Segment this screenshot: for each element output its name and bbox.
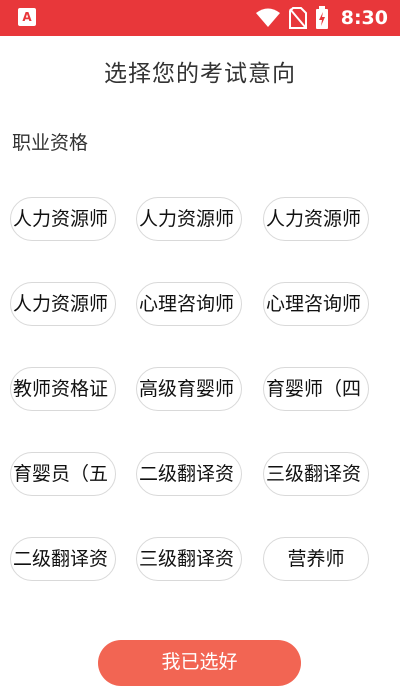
page-title: 选择您的考试意向 bbox=[104, 61, 296, 87]
clock: 8:30 bbox=[340, 7, 388, 29]
exam-option-chip[interactable]: 二级翻译资 bbox=[136, 452, 242, 496]
exam-option-chip[interactable]: 教师资格证 bbox=[10, 367, 116, 411]
exam-option-chip[interactable]: 人力资源师 bbox=[136, 197, 242, 241]
confirm-selection-button[interactable]: 我已选好 bbox=[98, 640, 301, 686]
exam-option-chip[interactable]: 育婴员（五 bbox=[10, 452, 116, 496]
wifi-icon bbox=[255, 8, 280, 27]
exam-option-chip[interactable]: 三级翻译资 bbox=[263, 452, 369, 496]
exam-option-chip[interactable]: 营养师 bbox=[263, 537, 369, 581]
exam-option-chip[interactable]: 二级翻译资 bbox=[10, 537, 116, 581]
exam-option-chip[interactable]: 心理咨询师 bbox=[263, 282, 369, 326]
exam-option-chip[interactable]: 心理咨询师 bbox=[136, 282, 242, 326]
app-notification-icon: A bbox=[18, 8, 36, 26]
status-bar: A 8:30 bbox=[0, 0, 400, 36]
exam-option-chip[interactable]: 人力资源师 bbox=[10, 197, 116, 241]
exam-option-chip[interactable]: 人力资源师 bbox=[10, 282, 116, 326]
exam-option-chip[interactable]: 人力资源师 bbox=[263, 197, 369, 241]
no-sim-icon bbox=[288, 7, 307, 29]
battery-charging-icon bbox=[315, 6, 328, 29]
exam-option-chip[interactable]: 三级翻译资 bbox=[136, 537, 242, 581]
section-label: 职业资格 bbox=[12, 132, 89, 154]
status-icons: 8:30 bbox=[255, 0, 388, 36]
exam-option-chip[interactable]: 高级育婴师 bbox=[136, 367, 242, 411]
exam-option-chip[interactable]: 育婴师（四 bbox=[263, 367, 369, 411]
